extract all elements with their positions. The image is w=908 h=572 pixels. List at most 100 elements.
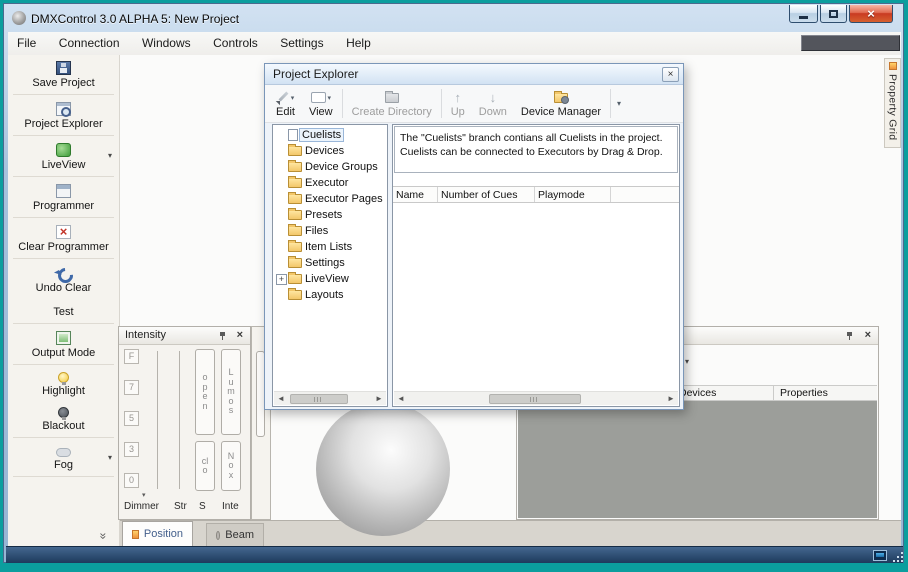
chevron-down-icon[interactable]: ▾ — [108, 453, 112, 462]
sidebar-item-programmer[interactable]: Programmer — [8, 178, 119, 216]
menu-controls[interactable]: Controls — [204, 32, 267, 50]
beam-tab-icon — [216, 531, 220, 540]
sidebar-item-fog[interactable]: Fog ▾ — [8, 439, 119, 475]
chevron-down-icon[interactable]: ▾ — [108, 151, 112, 160]
tab-beam[interactable]: Beam — [206, 523, 264, 546]
tree-item-label: Files — [305, 225, 328, 237]
folder-icon — [288, 242, 302, 252]
column-header-name[interactable]: Name — [393, 187, 438, 202]
scroll-right-icon[interactable]: ► — [664, 392, 678, 405]
divider — [13, 437, 114, 438]
maximize-button[interactable] — [820, 5, 847, 23]
fader-button-nox[interactable]: Nox — [221, 441, 241, 491]
device-manager-icon — [554, 93, 568, 103]
sidebar-item-test[interactable]: Test — [8, 298, 119, 322]
pin-icon[interactable] — [845, 331, 855, 341]
intensity-panel-titlebar[interactable]: Intensity × — [119, 327, 250, 345]
close-button[interactable]: × — [849, 5, 893, 23]
scrollbar-thumb[interactable] — [290, 394, 348, 404]
menu-help[interactable]: Help — [337, 32, 380, 50]
sidebar-item-label: Output Mode — [10, 347, 117, 359]
tree-item-devices[interactable]: Devices — [273, 143, 387, 159]
tree-item-item-lists[interactable]: Item Lists — [273, 239, 387, 255]
toolbar-button-create-directory[interactable]: Create Directory — [345, 86, 439, 121]
toolbar-button-edit[interactable]: ▾ Edit — [269, 86, 302, 121]
fader-button-lumos[interactable]: Lumos — [221, 349, 241, 435]
tab-position[interactable]: Position — [122, 521, 193, 546]
chevron-down-icon[interactable]: ▾ — [142, 491, 146, 499]
tree-item-device-groups[interactable]: Device Groups — [273, 159, 387, 175]
pin-icon[interactable] — [218, 331, 228, 341]
tab-label: Beam — [225, 529, 254, 541]
toolbar-button-label: Create Directory — [352, 106, 432, 118]
expander-slot — [276, 242, 287, 253]
sidebar-overflow-icon[interactable]: » — [96, 533, 110, 540]
sidebar-item-liveview[interactable]: LiveView ▾ — [8, 137, 119, 175]
tree-item-liveview[interactable]: + LiveView — [273, 271, 387, 287]
folder-icon — [288, 258, 302, 268]
project-explorer-titlebar[interactable]: Project Explorer × — [265, 64, 683, 85]
sidebar: Save Project Project Explorer LiveView ▾… — [8, 55, 120, 546]
tree-item-layouts[interactable]: Layouts — [273, 287, 387, 303]
column-header-number-of-cues[interactable]: Number of Cues — [438, 187, 535, 202]
toolbar-button-device-manager[interactable]: Device Manager — [514, 86, 608, 121]
minimize-button[interactable] — [789, 5, 818, 23]
dimmer-scale-value: 5 — [124, 411, 139, 426]
expander-plus-icon[interactable]: + — [276, 274, 287, 285]
preview-sphere — [316, 402, 450, 536]
strobe-fader-track[interactable] — [179, 351, 180, 489]
menu-windows[interactable]: Windows — [133, 32, 200, 50]
properties-column-header[interactable]: Properties — [780, 387, 828, 399]
tree-item-presets[interactable]: Presets — [273, 207, 387, 223]
folder-icon — [288, 226, 302, 236]
menu-file[interactable]: File — [8, 32, 45, 50]
fader-button-open[interactable]: open — [195, 349, 215, 435]
chevron-down-icon[interactable]: ▾ — [685, 357, 689, 366]
toolbar-overflow-icon[interactable]: ▾ — [617, 99, 621, 108]
scrollbar-thumb[interactable] — [489, 394, 581, 404]
tree-item-executor-pages[interactable]: Executor Pages — [273, 191, 387, 207]
tree-item-cuelists[interactable]: Cuelists — [273, 127, 387, 143]
toolbar-divider — [342, 89, 343, 118]
sidebar-item-output-mode[interactable]: Output Mode — [8, 325, 119, 363]
folder-icon — [288, 210, 302, 220]
folder-icon — [288, 162, 302, 172]
fader-button-clo[interactable]: clo — [195, 441, 215, 491]
expander-slot — [276, 178, 287, 189]
sidebar-item-undo-clear[interactable]: Undo Clear — [8, 260, 119, 298]
menu-settings[interactable]: Settings — [271, 32, 332, 50]
sidebar-item-label: Project Explorer — [10, 118, 117, 130]
toolbar-button-up[interactable]: ↑ Up — [444, 86, 472, 121]
menu-connection[interactable]: Connection — [50, 32, 129, 50]
attribute-label-dimmer: Dimmer — [124, 501, 159, 512]
property-grid-icon — [889, 62, 897, 70]
tree-item-executor[interactable]: Executor — [273, 175, 387, 191]
page-icon — [288, 129, 298, 141]
toolbar-button-down[interactable]: ↓ Down — [472, 86, 514, 121]
scroll-left-icon[interactable]: ◄ — [394, 392, 408, 405]
sidebar-item-save-project[interactable]: Save Project — [8, 55, 119, 93]
close-icon[interactable]: × — [237, 329, 243, 341]
horizontal-scrollbar[interactable]: ◄ ► — [274, 391, 386, 405]
tree-item-files[interactable]: Files — [273, 223, 387, 239]
save-icon — [56, 61, 71, 75]
column-header-playmode[interactable]: Playmode — [535, 187, 611, 202]
network-interface-icon[interactable] — [873, 550, 887, 561]
scroll-left-icon[interactable]: ◄ — [274, 392, 288, 405]
scroll-right-icon[interactable]: ► — [372, 392, 386, 405]
horizontal-scrollbar[interactable]: ◄ ► — [394, 391, 678, 405]
sidebar-item-highlight[interactable]: Highlight — [8, 366, 119, 401]
close-icon[interactable]: × — [865, 329, 871, 341]
sidebar-item-blackout[interactable]: Blackout — [8, 401, 119, 436]
attribute-label-shutter: S — [199, 501, 206, 512]
resize-grip[interactable] — [893, 552, 895, 554]
sidebar-item-clear-programmer[interactable]: Clear Programmer — [8, 219, 119, 257]
property-grid-tab[interactable]: Property Grid — [884, 58, 901, 148]
sidebar-item-label: Highlight — [10, 385, 117, 397]
close-icon[interactable]: × — [662, 67, 679, 82]
tree-item-settings[interactable]: Settings — [273, 255, 387, 271]
sidebar-item-project-explorer[interactable]: Project Explorer — [8, 96, 119, 134]
devices-column-header[interactable]: Devices — [679, 387, 716, 399]
toolbar-button-view[interactable]: ▾ View — [302, 86, 340, 121]
dimmer-fader-track[interactable] — [157, 351, 158, 489]
